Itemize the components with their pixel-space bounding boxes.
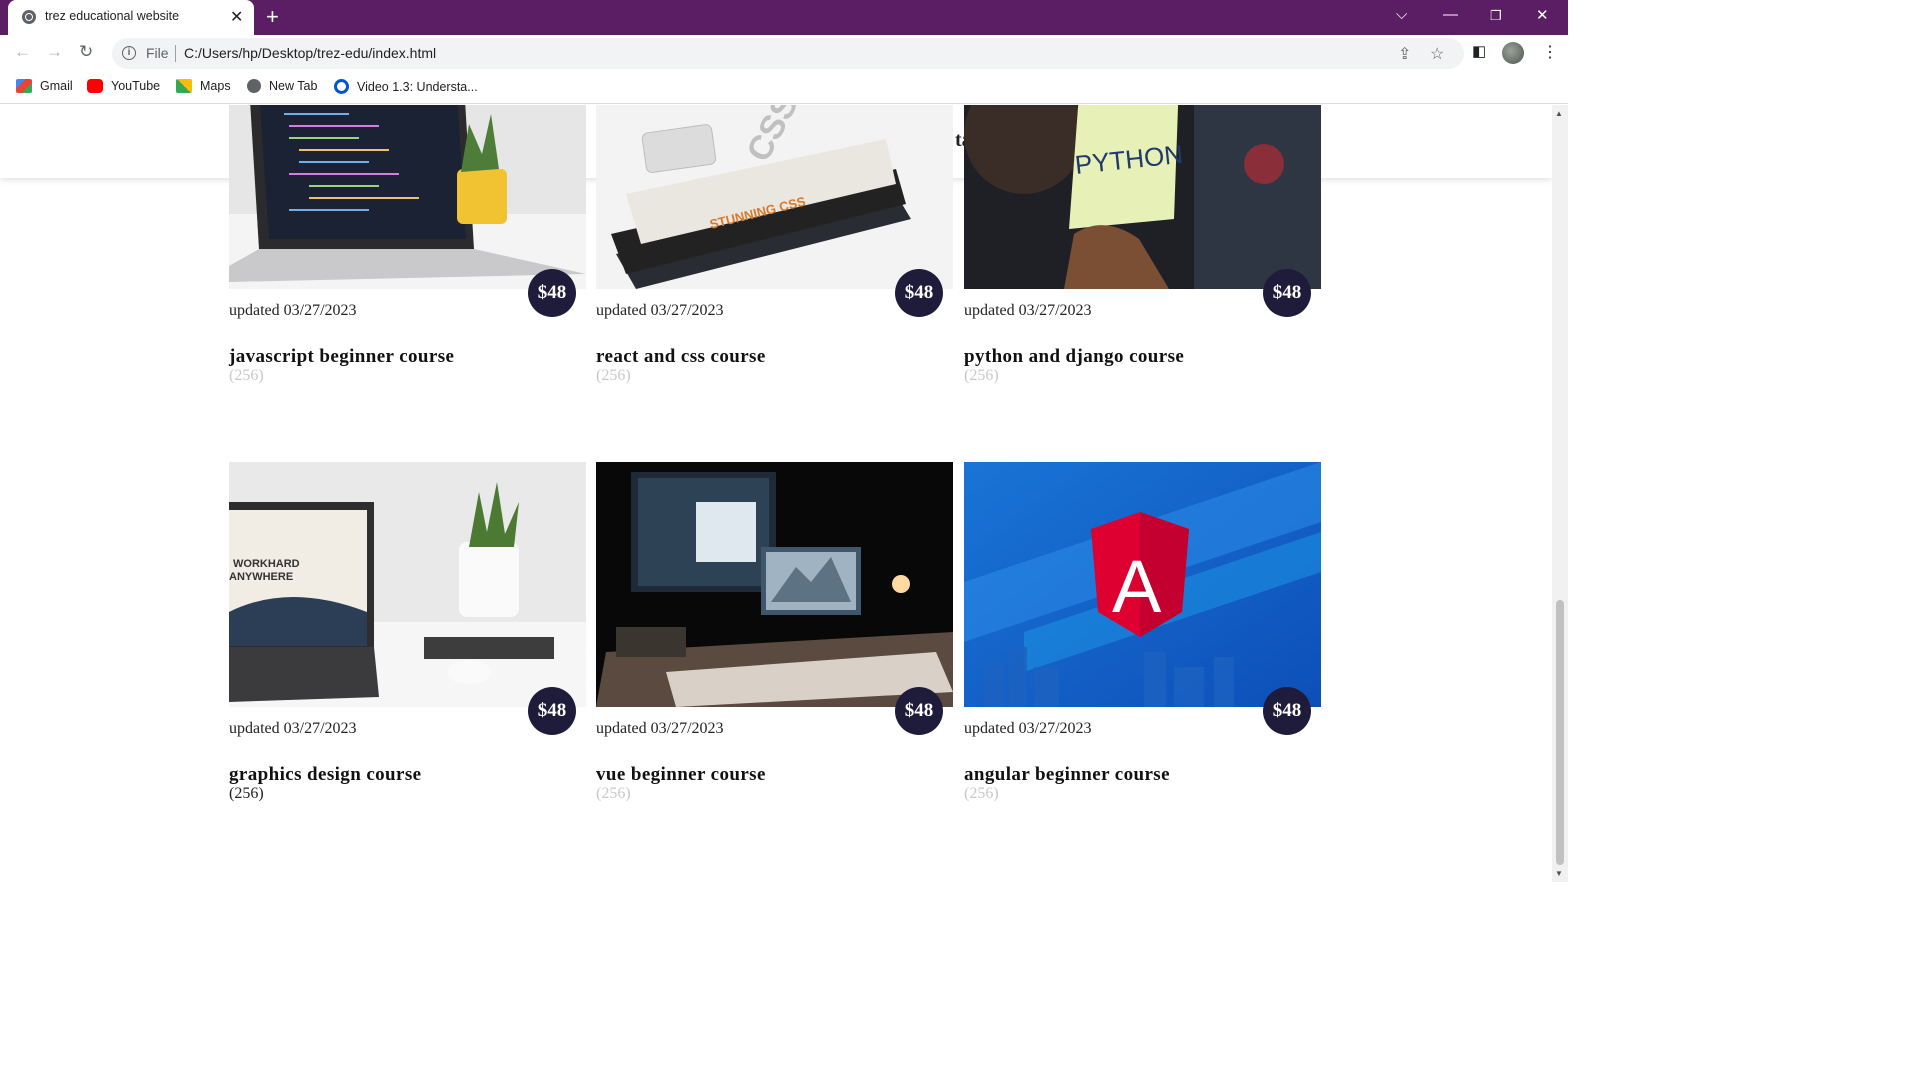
tab-title: trez educational website — [45, 9, 180, 23]
globe-icon — [247, 79, 261, 93]
page-scrollbar[interactable]: ▲ ▼ — [1552, 105, 1568, 882]
bookmark-maps[interactable]: Maps — [176, 79, 231, 93]
tab-close-icon[interactable]: ✕ — [230, 7, 243, 27]
bookmark-label: Maps — [200, 79, 231, 93]
scroll-up-icon[interactable]: ▲ — [1555, 109, 1563, 118]
angular-letter: A — [1112, 545, 1162, 628]
browser-tab[interactable]: trez educational website ✕ — [8, 0, 254, 35]
course-title[interactable]: javascript beginner course — [229, 346, 454, 368]
title-bar: trez educational website ✕ + ⌵ — ❐ ✕ — [0, 0, 1568, 35]
site-info-icon[interactable]: i — [122, 46, 136, 60]
forward-arrow-icon[interactable]: → — [46, 42, 63, 62]
bookmark-star-icon[interactable]: ☆ — [1430, 44, 1444, 64]
gmail-icon — [16, 79, 32, 93]
workhard-laptop-image: WORKHARD ANYWHERE — [229, 462, 586, 707]
bookmarks-bar: Gmail YouTube Maps New Tab Video 1.3: Un… — [0, 72, 1568, 104]
address-bar[interactable]: i File C:/Users/hp/Desktop/trez-edu/inde… — [112, 38, 1464, 69]
dark-desk-image — [596, 462, 953, 707]
css-books-image: STUNNING CSS CSS — [596, 105, 953, 289]
url-separator — [175, 45, 176, 62]
page-viewport: ta $48 updated 03/27/2023 javascript beg… — [0, 105, 1552, 882]
price-badge: $48 — [895, 687, 943, 735]
course-card[interactable]: PYTHON $48 updated 03/27/2023 python and… — [964, 105, 1321, 384]
rating-count: (256) — [229, 367, 264, 384]
share-icon[interactable]: ⇪ — [1398, 44, 1411, 64]
bookmark-label: New Tab — [269, 79, 318, 93]
updated-date: updated 03/27/2023 — [596, 720, 724, 737]
screen-text: WORKHARD — [233, 558, 300, 570]
rating-count: (256) — [964, 367, 999, 384]
course-card[interactable]: A $48 updated 03/27/2023 angular beginne… — [964, 462, 1321, 802]
course-card[interactable]: WORKHARD ANYWHERE $48 updated 03/27/2023… — [229, 462, 586, 802]
course-title[interactable]: graphics design course — [229, 764, 421, 786]
minimize-icon[interactable]: — — [1443, 6, 1458, 23]
price-badge: $48 — [895, 269, 943, 317]
globe-icon — [22, 10, 36, 24]
price-badge: $48 — [528, 687, 576, 735]
laptop-code-image — [229, 105, 586, 289]
maps-icon — [176, 79, 192, 93]
bookmark-video[interactable]: Video 1.3: Understa... — [334, 79, 478, 94]
rating-count: (256) — [596, 367, 631, 384]
updated-date: updated 03/27/2023 — [964, 720, 1092, 737]
angular-logo-image: A — [964, 462, 1321, 707]
restore-icon[interactable]: ❐ — [1490, 8, 1502, 24]
updated-date: updated 03/27/2023 — [964, 302, 1092, 319]
course-title[interactable]: react and css course — [596, 346, 766, 368]
updated-date: updated 03/27/2023 — [596, 302, 724, 319]
browser-window: trez educational website ✕ + ⌵ — ❐ ✕ ← →… — [0, 0, 1568, 882]
course-card[interactable]: $48 updated 03/27/2023 vue beginner cour… — [596, 462, 953, 802]
screen-text: ANYWHERE — [229, 571, 293, 583]
course-title[interactable]: vue beginner course — [596, 764, 766, 786]
course-title[interactable]: angular beginner course — [964, 764, 1170, 786]
bookmark-label: Video 1.3: Understa... — [357, 79, 478, 94]
scroll-down-icon[interactable]: ▼ — [1555, 869, 1563, 878]
price-badge: $48 — [1263, 269, 1311, 317]
course-card[interactable]: $48 updated 03/27/2023 javascript beginn… — [229, 105, 586, 384]
bookmark-label: YouTube — [111, 79, 161, 93]
updated-date: updated 03/27/2023 — [229, 720, 357, 737]
new-tab-button[interactable]: + — [266, 4, 279, 30]
rating-count: (256) — [596, 785, 631, 802]
side-panel-icon[interactable]: ◧ — [1472, 42, 1486, 60]
menu-dots-icon[interactable]: ⋮ — [1542, 42, 1558, 62]
course-title[interactable]: python and django course — [964, 346, 1184, 368]
scroll-thumb[interactable] — [1556, 600, 1564, 865]
url-text[interactable]: C:/Users/hp/Desktop/trez-edu/index.html — [184, 45, 436, 61]
tab-search-icon[interactable]: ⌵ — [1396, 6, 1407, 23]
price-badge: $48 — [528, 269, 576, 317]
url-scheme: File — [146, 45, 169, 61]
browser-toolbar: ← → ↻ i File C:/Users/hp/Desktop/trez-ed… — [0, 35, 1568, 72]
python-note-image: PYTHON — [964, 105, 1321, 289]
updated-date: updated 03/27/2023 — [229, 302, 357, 319]
bookmark-youtube[interactable]: YouTube — [87, 79, 160, 93]
window-close-icon[interactable]: ✕ — [1536, 6, 1549, 24]
profile-avatar[interactable] — [1502, 42, 1524, 64]
bookmark-label: Gmail — [40, 79, 73, 93]
bookmark-new-tab[interactable]: New Tab — [247, 79, 317, 93]
course-card[interactable]: STUNNING CSS CSS $48 updated 03/27/2023 … — [596, 105, 953, 384]
rating-count: (256) — [229, 785, 264, 802]
rating-count: (256) — [964, 785, 999, 802]
bookmark-gmail[interactable]: Gmail — [16, 79, 73, 93]
youtube-icon — [87, 79, 103, 93]
back-arrow-icon[interactable]: ← — [14, 42, 31, 62]
price-badge: $48 — [1263, 687, 1311, 735]
coursera-icon — [334, 79, 349, 94]
reload-icon[interactable]: ↻ — [79, 42, 93, 62]
